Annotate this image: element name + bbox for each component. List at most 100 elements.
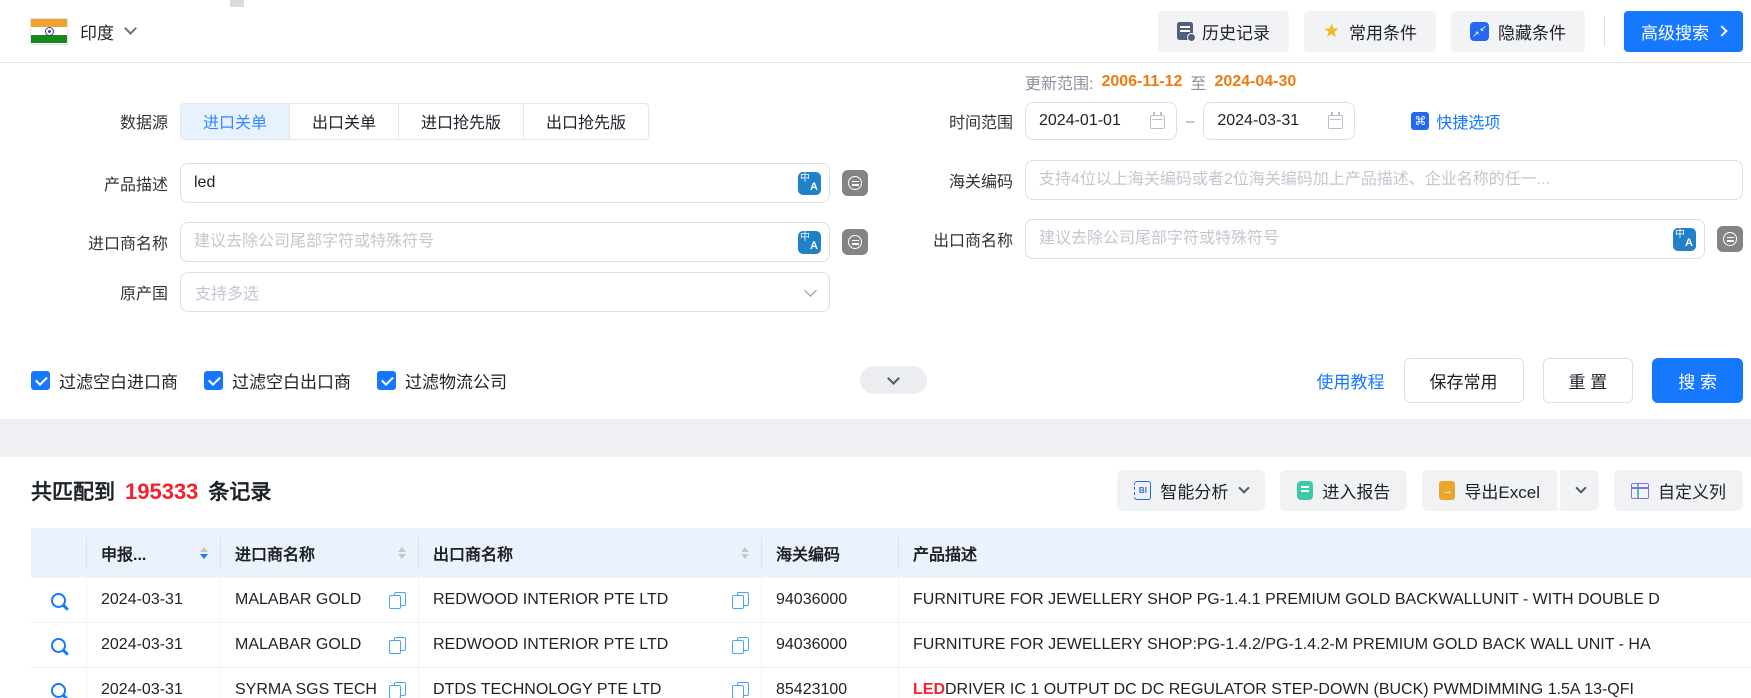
translate-icon[interactable]: 中A bbox=[1673, 228, 1696, 251]
hs-code-row: 海关编码 bbox=[905, 160, 1743, 200]
results-table: 申报... 进口商名称 出口商名称 海关编码 产品描述 2024-03-31 M… bbox=[31, 528, 1751, 698]
copy-icon[interactable] bbox=[389, 591, 406, 609]
match-mode-icon[interactable] bbox=[1717, 226, 1743, 252]
filter-blank-exporter-checkbox[interactable]: 过滤空白出口商 bbox=[204, 368, 351, 393]
tab-export-declaration[interactable]: 出口关单 bbox=[289, 103, 399, 139]
collapse-icon: ↙ ↗ bbox=[1470, 21, 1489, 41]
data-source-label: 数据源 bbox=[119, 115, 168, 132]
header-hs-code: 海关编码 bbox=[762, 537, 899, 569]
origin-country-select[interactable]: 支持多选 bbox=[180, 272, 830, 312]
tab-export-preview[interactable]: 出口抢先版 bbox=[523, 103, 649, 139]
cell-importer: MALABAR GOLD bbox=[235, 636, 362, 653]
enter-report-button[interactable]: 进入报告 bbox=[1280, 470, 1408, 511]
form-actions: 使用教程 保存常用 重 置 搜 索 bbox=[1317, 357, 1743, 403]
cell-product-desc: FURNITURE FOR JEWELLERY SHOP:PG-1.4.2/PG… bbox=[913, 636, 1651, 653]
history-button[interactable]: 历史记录 bbox=[1157, 10, 1289, 52]
exporter-label: 出口商名称 bbox=[932, 233, 1013, 250]
reset-button[interactable]: 重 置 bbox=[1542, 357, 1634, 403]
results-count-number: 195333 bbox=[125, 478, 199, 504]
importer-row: 进口商名称 中A bbox=[0, 222, 905, 262]
checkbox-checked-icon bbox=[31, 370, 50, 390]
filter-logistics-checkbox[interactable]: 过滤物流公司 bbox=[377, 368, 507, 393]
country-name: 印度 bbox=[80, 23, 114, 43]
cell-product-desc: LED DRIVER IC 1 OUTPUT DC DC REGULATOR S… bbox=[913, 681, 1634, 698]
collapse-form-button[interactable] bbox=[860, 366, 927, 394]
copy-icon[interactable] bbox=[389, 636, 406, 654]
chevron-down-icon bbox=[887, 372, 900, 385]
end-date-input[interactable]: 2024-03-31 bbox=[1203, 102, 1356, 140]
chevron-down-icon bbox=[124, 22, 137, 35]
save-favorite-button[interactable]: 保存常用 bbox=[1403, 357, 1524, 403]
origin-country-label: 原产国 bbox=[119, 286, 168, 303]
calendar-icon bbox=[1150, 112, 1165, 129]
quick-options-link[interactable]: 快捷选项 bbox=[1411, 109, 1500, 133]
filter-blank-importer-checkbox[interactable]: 过滤空白进口商 bbox=[31, 368, 178, 393]
copy-icon[interactable] bbox=[732, 636, 749, 654]
sort-control[interactable] bbox=[398, 546, 406, 560]
export-excel-button[interactable]: 导出Excel bbox=[1422, 470, 1557, 511]
cell-importer: MALABAR GOLD bbox=[235, 591, 362, 608]
country-selector[interactable]: 印度 bbox=[30, 17, 137, 45]
cell-importer: SYRMA SGS TECH bbox=[235, 681, 377, 698]
advanced-search-button[interactable]: 高级搜索 bbox=[1624, 10, 1743, 52]
translate-icon[interactable]: 中A bbox=[798, 231, 821, 254]
india-flag-icon bbox=[30, 17, 68, 45]
checkbox-checked-icon bbox=[204, 370, 223, 390]
smart-analysis-button[interactable]: 智能分析 bbox=[1117, 470, 1266, 511]
origin-country-placeholder: 支持多选 bbox=[195, 286, 260, 303]
favorite-conditions-button[interactable]: ★ 常用条件 bbox=[1303, 10, 1436, 52]
copy-icon[interactable] bbox=[732, 591, 749, 609]
cell-date: 2024-03-31 bbox=[101, 681, 183, 698]
origin-country-row: 原产国 支持多选 bbox=[0, 272, 905, 312]
cell-exporter: DTDS TECHNOLOGY PTE LTD bbox=[433, 681, 662, 698]
product-desc-input[interactable] bbox=[180, 163, 830, 203]
hide-conditions-button[interactable]: ↙ ↗ 隐藏条件 bbox=[1451, 10, 1585, 52]
chevron-down-icon bbox=[1238, 482, 1251, 494]
tutorial-link[interactable]: 使用教程 bbox=[1317, 368, 1385, 393]
calendar-icon bbox=[1328, 112, 1344, 129]
export-options-button[interactable] bbox=[1560, 470, 1599, 511]
header-detail-column bbox=[31, 537, 87, 569]
start-date-input[interactable]: 2024-01-01 bbox=[1025, 102, 1177, 140]
match-mode-icon[interactable] bbox=[842, 170, 868, 196]
copy-icon[interactable] bbox=[389, 681, 406, 698]
trade-data-search-page: 印度 历史记录 ★ 常用条件 ↙ ↗ 隐藏条件 高级搜索 数据源 进口关单 出口… bbox=[0, 0, 1751, 698]
hs-code-input[interactable] bbox=[1025, 160, 1743, 200]
shortcut-icon bbox=[1411, 112, 1430, 130]
divider bbox=[1604, 16, 1605, 46]
tab-import-preview[interactable]: 进口抢先版 bbox=[398, 103, 524, 139]
cell-date: 2024-03-31 bbox=[101, 591, 183, 608]
results-actions: 智能分析 进入报告 导出Excel bbox=[1117, 470, 1743, 511]
view-detail-icon[interactable] bbox=[51, 637, 66, 653]
form-left-column: 数据源 进口关单 出口关单 进口抢先版 出口抢先版 产品描述 中A bbox=[0, 71, 905, 331]
view-detail-icon[interactable] bbox=[51, 682, 66, 698]
search-button[interactable]: 搜 索 bbox=[1652, 357, 1743, 403]
exporter-input[interactable] bbox=[1025, 219, 1705, 259]
header-importer: 进口商名称 bbox=[221, 537, 419, 569]
history-icon bbox=[1176, 22, 1196, 42]
product-desc-label: 产品描述 bbox=[103, 177, 168, 194]
importer-input[interactable] bbox=[180, 222, 830, 262]
custom-columns-button[interactable]: 自定义列 bbox=[1614, 470, 1743, 511]
view-detail-icon[interactable] bbox=[51, 592, 66, 608]
tab-import-declaration[interactable]: 进口关单 bbox=[181, 103, 290, 139]
topbar-actions: 历史记录 ★ 常用条件 ↙ ↗ 隐藏条件 高级搜索 bbox=[1157, 10, 1743, 52]
hs-code-label: 海关编码 bbox=[948, 174, 1013, 191]
cell-hs-code: 94036000 bbox=[776, 636, 848, 653]
translate-icon[interactable]: 中A bbox=[798, 172, 821, 195]
export-excel-group: 导出Excel bbox=[1422, 470, 1599, 511]
results-section: 共匹配到 195333 条记录 智能分析 进入报告 导出Excel bbox=[0, 457, 1751, 698]
header-declare-date: 申报... bbox=[87, 537, 221, 569]
sort-control[interactable] bbox=[741, 546, 749, 560]
search-form: 数据源 进口关单 出口关单 进口抢先版 出口抢先版 产品描述 中A bbox=[0, 63, 1751, 403]
columns-icon bbox=[1631, 482, 1649, 499]
chevron-down-icon bbox=[804, 283, 817, 297]
sort-control[interactable] bbox=[200, 546, 208, 560]
chevron-right-icon bbox=[1716, 25, 1728, 37]
export-icon bbox=[1439, 481, 1456, 500]
update-range-from: 2006-11-12 bbox=[1101, 73, 1183, 90]
chevron-down-icon bbox=[1575, 482, 1587, 494]
star-icon: ★ bbox=[1322, 20, 1340, 42]
copy-icon[interactable] bbox=[732, 681, 749, 698]
match-mode-icon[interactable] bbox=[842, 229, 868, 255]
